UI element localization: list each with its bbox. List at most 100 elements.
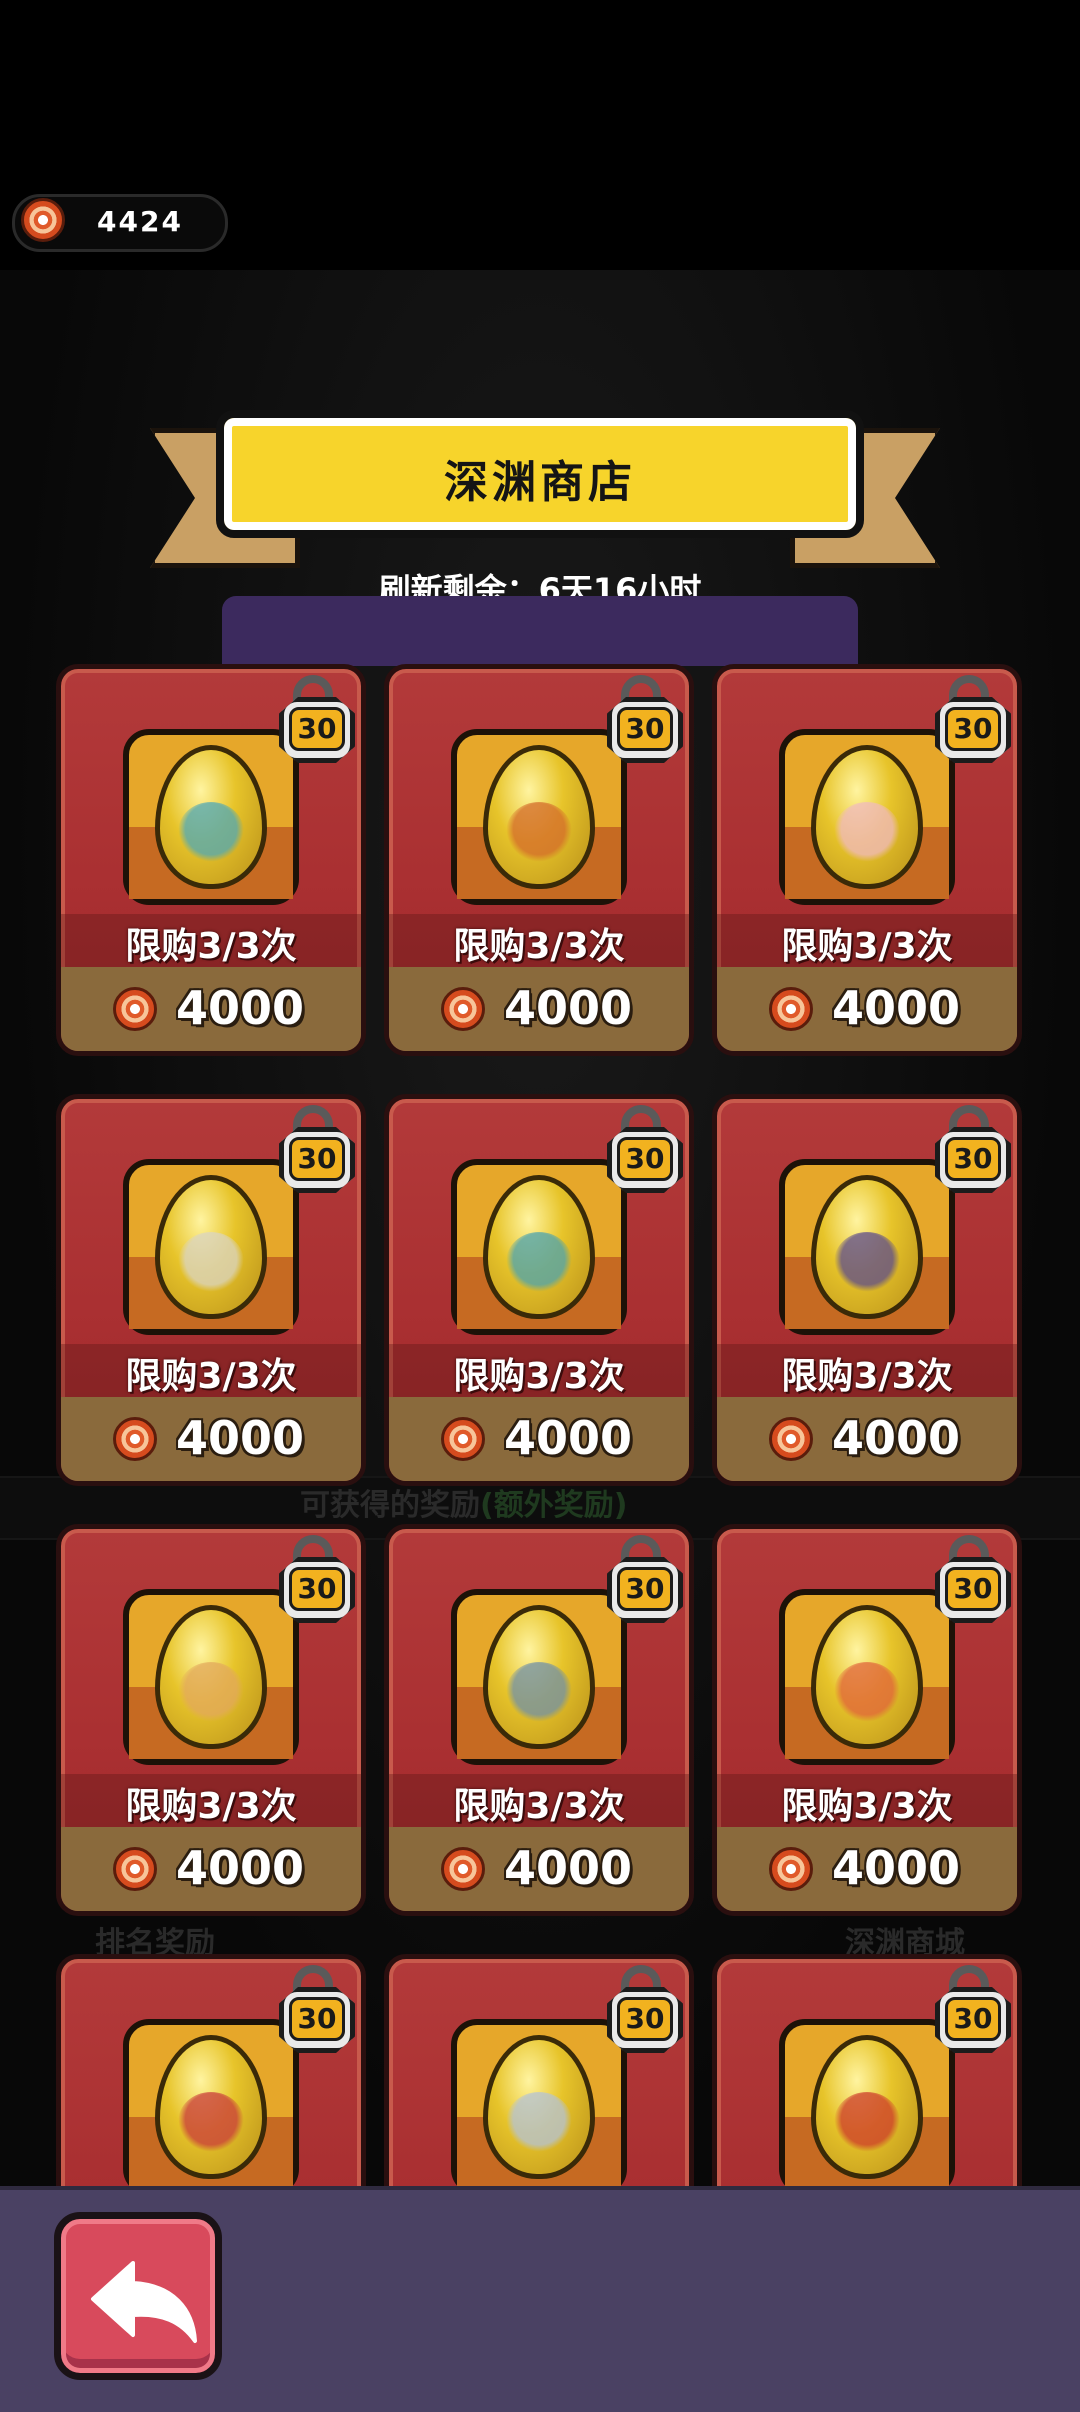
item-frame xyxy=(123,2019,299,2195)
shop-item-card[interactable]: 30 限购3/3次 4000 xyxy=(712,1094,1022,1486)
creature-egg-icon xyxy=(811,2035,923,2179)
abyss-coin-icon xyxy=(113,1847,157,1891)
item-frame xyxy=(451,2019,627,2195)
creature-egg-icon xyxy=(811,1605,923,1749)
level-requirement: 30 xyxy=(945,1997,1001,2041)
purchase-limit: 限购3/3次 xyxy=(781,926,953,967)
item-price: 4000 xyxy=(176,1411,305,1465)
level-lock-icon: 30 xyxy=(275,1105,359,1193)
purchase-limit: 限购3/3次 xyxy=(453,1356,625,1397)
item-frame xyxy=(779,1589,955,1765)
item-price: 4000 xyxy=(832,1841,961,1895)
level-requirement: 30 xyxy=(617,707,673,751)
abyss-coin-icon xyxy=(769,987,813,1031)
purchase-limit: 限购3/3次 xyxy=(125,926,297,967)
level-requirement: 30 xyxy=(289,1997,345,2041)
abyss-coin-icon xyxy=(441,987,485,1031)
item-frame xyxy=(779,729,955,905)
item-frame xyxy=(779,1159,955,1335)
creature-portrait xyxy=(178,802,244,862)
reward-header-text: 可获得的奖励(额外奖励) xyxy=(300,1488,628,1523)
level-lock-icon: 30 xyxy=(603,1105,687,1193)
item-frame xyxy=(123,1589,299,1765)
shop-item-card[interactable]: 30 限购3/3次 4000 xyxy=(56,1524,366,1916)
creature-portrait xyxy=(506,1662,572,1722)
level-lock-icon: 30 xyxy=(603,675,687,763)
item-price: 4000 xyxy=(504,981,633,1035)
creature-egg-icon xyxy=(811,1175,923,1319)
level-requirement: 30 xyxy=(617,1137,673,1181)
level-requirement: 30 xyxy=(945,1137,1001,1181)
shop-title: 深渊商店 xyxy=(444,457,636,508)
level-requirement: 30 xyxy=(289,1137,345,1181)
creature-portrait xyxy=(506,1232,572,1292)
abyss-coin-icon xyxy=(21,198,65,242)
abyss-coin-icon xyxy=(769,1847,813,1891)
purchase-limit: 限购3/3次 xyxy=(453,1786,625,1827)
creature-portrait xyxy=(834,802,900,862)
level-lock-icon: 30 xyxy=(931,1965,1015,2053)
abyss-coin-icon xyxy=(113,987,157,1031)
item-frame xyxy=(451,1159,627,1335)
level-lock-icon: 30 xyxy=(931,675,1015,763)
item-price: 4000 xyxy=(176,981,305,1035)
item-price: 4000 xyxy=(176,1841,305,1895)
item-frame xyxy=(123,1159,299,1335)
creature-portrait xyxy=(178,1232,244,1292)
shop-item-card[interactable]: 30 限购3/3次 4000 xyxy=(384,1094,694,1486)
item-price: 4000 xyxy=(832,1411,961,1465)
level-lock-icon: 30 xyxy=(275,1535,359,1623)
item-frame xyxy=(123,729,299,905)
creature-portrait xyxy=(834,2092,900,2152)
creature-egg-icon xyxy=(155,1175,267,1319)
purchase-limit: 限购3/3次 xyxy=(453,926,625,967)
shop-item-card[interactable]: 30 限购3/3次 4000 xyxy=(712,1524,1022,1916)
creature-portrait xyxy=(506,802,572,862)
shop-item-card[interactable]: 30 限购3/3次 4000 xyxy=(712,664,1022,1056)
creature-egg-icon xyxy=(155,1605,267,1749)
shop-item-card[interactable]: 30 限购3/3次 4000 xyxy=(56,664,366,1056)
level-lock-icon: 30 xyxy=(275,675,359,763)
item-frame xyxy=(451,729,627,905)
creature-egg-icon xyxy=(483,745,595,889)
currency-amount: 4424 xyxy=(97,205,183,238)
level-lock-icon: 30 xyxy=(603,1535,687,1623)
creature-egg-icon xyxy=(155,745,267,889)
level-requirement: 30 xyxy=(945,707,1001,751)
shop-item-card[interactable]: 30 限购3/3次 4000 xyxy=(384,1524,694,1916)
level-lock-icon: 30 xyxy=(275,1965,359,2053)
shop-title-banner: 深渊商店 xyxy=(216,410,864,538)
creature-portrait xyxy=(506,2092,572,2152)
creature-egg-icon xyxy=(483,1175,595,1319)
back-button[interactable] xyxy=(54,2212,222,2380)
currency-display: 4424 xyxy=(12,194,228,252)
creature-egg-icon xyxy=(155,2035,267,2179)
level-requirement: 30 xyxy=(289,707,345,751)
purchase-limit: 限购3/3次 xyxy=(125,1786,297,1827)
level-requirement: 30 xyxy=(617,1567,673,1611)
creature-portrait xyxy=(834,1232,900,1292)
level-requirement: 30 xyxy=(617,1997,673,2041)
purchase-limit: 限购3/3次 xyxy=(781,1356,953,1397)
level-lock-icon: 30 xyxy=(931,1535,1015,1623)
shop-item-card[interactable]: 30 限购3/3次 4000 xyxy=(56,1094,366,1486)
creature-portrait xyxy=(178,1662,244,1722)
abyss-coin-icon xyxy=(441,1847,485,1891)
item-frame xyxy=(779,2019,955,2195)
item-frame xyxy=(451,1589,627,1765)
level-requirement: 30 xyxy=(289,1567,345,1611)
creature-egg-icon xyxy=(483,2035,595,2179)
back-arrow-icon xyxy=(91,2261,197,2343)
tab-strip-backdrop xyxy=(222,596,858,666)
item-price: 4000 xyxy=(504,1841,633,1895)
purchase-limit: 限购3/3次 xyxy=(125,1356,297,1397)
item-price: 4000 xyxy=(832,981,961,1035)
abyss-coin-icon xyxy=(769,1417,813,1461)
level-lock-icon: 30 xyxy=(603,1965,687,2053)
creature-portrait xyxy=(178,2092,244,2152)
shop-item-card[interactable]: 30 限购3/3次 4000 xyxy=(384,664,694,1056)
creature-egg-icon xyxy=(483,1605,595,1749)
abyss-coin-icon xyxy=(441,1417,485,1461)
level-requirement: 30 xyxy=(945,1567,1001,1611)
creature-portrait xyxy=(834,1662,900,1722)
